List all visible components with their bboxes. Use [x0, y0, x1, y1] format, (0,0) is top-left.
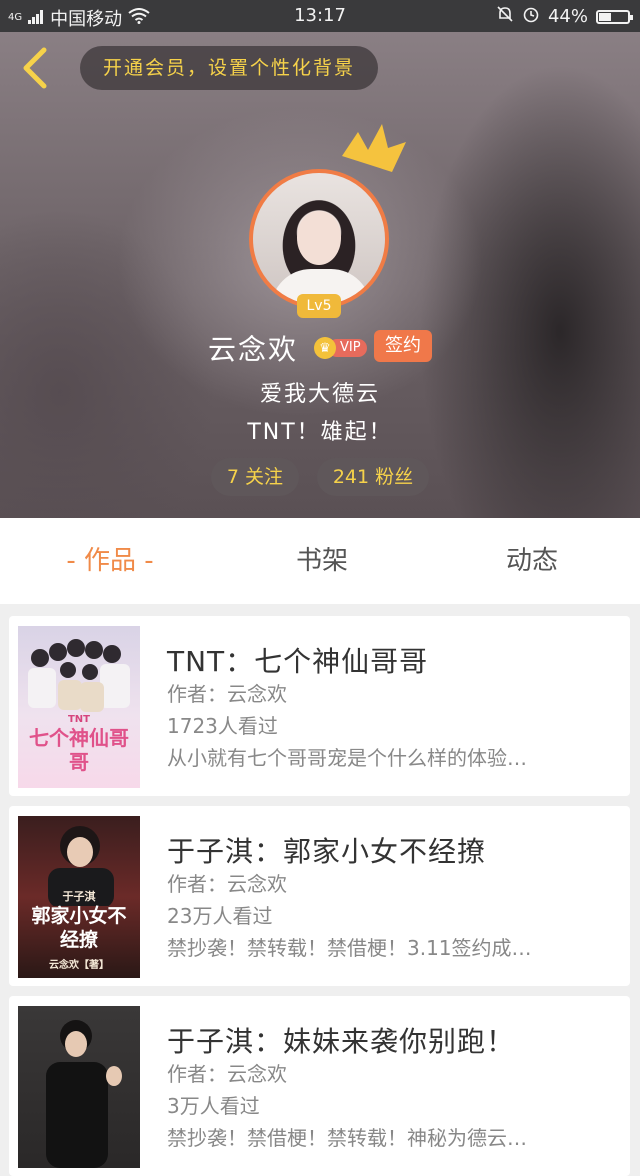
- alarm-icon: [522, 5, 540, 28]
- cover-tag: 于子淇: [62, 890, 96, 903]
- book-title[interactable]: TNT：七个神仙哥哥: [167, 640, 428, 680]
- book-author: 作者：云念欢: [167, 872, 287, 896]
- profile-tabs: - 作品 - 书架 动态: [0, 518, 640, 604]
- followers-count-button[interactable]: 241 粉丝: [317, 458, 429, 496]
- cover-tag: TNT: [67, 714, 90, 725]
- vip-crown-icon: ♛: [314, 337, 336, 359]
- chevron-left-icon: [23, 47, 47, 89]
- tab-activity[interactable]: 动态: [432, 518, 632, 604]
- tab-works[interactable]: - 作品 -: [10, 518, 210, 604]
- cover-title: 郭家小女不经撩: [31, 905, 127, 951]
- avatar[interactable]: [249, 169, 389, 309]
- book-description: 禁抄袭！禁转载！禁借梗！3.11签约成…: [167, 936, 532, 960]
- cover-author: 云念欢【著】: [49, 960, 109, 971]
- battery-percent: 44%: [547, 6, 588, 27]
- book-cover: TNT 七个神仙哥哥: [18, 626, 140, 788]
- mute-bell-icon: [496, 5, 514, 28]
- following-count-button[interactable]: 7 关注: [211, 458, 299, 496]
- vip-background-banner[interactable]: 开通会员，设置个性化背景: [80, 46, 378, 90]
- book-author: 作者：云念欢: [167, 682, 287, 706]
- back-button[interactable]: [16, 46, 56, 90]
- level-badge: Lv5: [297, 294, 341, 318]
- cover-title: 七个神仙哥哥: [29, 726, 129, 774]
- book-title[interactable]: 于子淇：郭家小女不经撩: [167, 830, 486, 870]
- status-right: 44%: [496, 5, 633, 28]
- book-views: 1723人看过: [167, 714, 278, 738]
- user-nickname: 云念欢: [208, 333, 299, 366]
- status-bar: 4G 中国移动 13:17 44%: [0, 0, 640, 32]
- bio-line-1: 爱我大德云: [259, 382, 380, 407]
- book-views: 3万人看过: [167, 1094, 260, 1118]
- vip-badge[interactable]: ♛ VIP: [314, 336, 367, 360]
- book-card[interactable]: TNT 七个神仙哥哥 TNT：七个神仙哥哥 作者：云念欢 1723人看过 从小就…: [9, 616, 630, 796]
- book-description: 从小就有七个哥哥宠是个什么样的体验…: [167, 746, 527, 770]
- book-title[interactable]: 于子淇：妹妹来袭你别跑！: [167, 1020, 515, 1060]
- tab-bookshelf[interactable]: 书架: [222, 518, 422, 604]
- book-card[interactable]: 于子淇 郭家小女不经撩 云念欢【著】 于子淇：郭家小女不经撩 作者：云念欢 23…: [9, 806, 630, 986]
- bio-line-2: TNT！雄起！: [247, 420, 393, 445]
- profile-header: 开通会员，设置个性化背景 Lv5 云念欢 ♛ VIP 签约 爱我大德云 TNT！…: [0, 32, 640, 518]
- book-cover: 于子淇 郭家小女不经撩 云念欢【著】: [18, 816, 140, 978]
- book-author: 作者：云念欢: [167, 1062, 287, 1086]
- book-card[interactable]: 于子淇：妹妹来袭你别跑！ 作者：云念欢 3万人看过 禁抄袭！禁借梗！禁转载！神秘…: [9, 996, 630, 1176]
- book-description: 禁抄袭！禁借梗！禁转载！神秘为德云…: [167, 1126, 527, 1150]
- signed-badge: 签约: [374, 330, 432, 362]
- book-views: 23万人看过: [167, 904, 273, 928]
- book-cover: [18, 1006, 140, 1168]
- battery-icon: [596, 9, 633, 24]
